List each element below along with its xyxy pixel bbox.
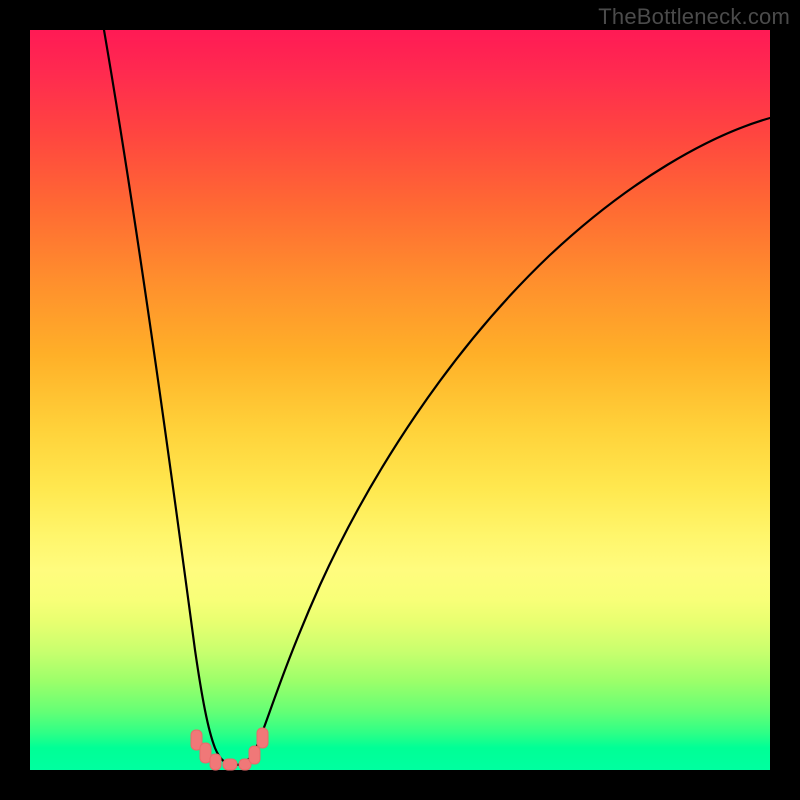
watermark-text: TheBottleneck.com [598,4,790,30]
curve-marker [249,746,260,764]
curve-marker [223,759,237,770]
curve-marker [200,743,211,763]
curve-left-branch [104,30,235,765]
curve-marker [257,728,268,748]
curve-marker [210,754,221,770]
curve-right-branch [235,118,770,765]
bottleneck-curve [30,30,770,770]
